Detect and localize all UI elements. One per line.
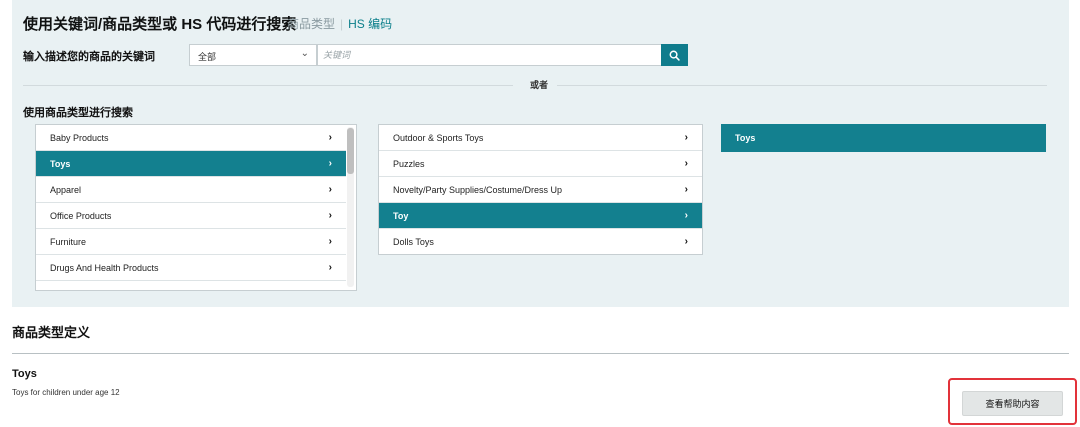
category-item[interactable]: Apparel › [36,177,346,203]
category-list-level-1: Baby Products › Toys › Apparel › Office Produc… [35,124,357,291]
keyword-input[interactable] [317,44,662,66]
category-item-label: Dolls Toys [393,236,434,247]
view-help-button[interactable]: 查看帮助内容 [962,391,1063,416]
category-item-label: Puzzles [393,158,425,169]
category-item-label: Furniture [50,236,87,247]
definition-name: Toys [12,368,37,380]
definition-divider [12,353,1069,354]
category-item[interactable]: Novelty/Party Supplies/Costume/Dress Up › [379,177,702,203]
category-item-label: Baby Products [50,132,109,143]
category-item-label: Apparel [50,184,82,195]
category-item[interactable]: Baby Products › [36,125,346,151]
title-links: 商品类型 | HS 编码 [287,15,392,32]
keyword-label: 输入描述您的商品的关键词 [23,51,155,63]
chevron-right-icon: › [328,236,332,247]
divider-line-right [557,85,1047,86]
chevron-right-icon: › [328,158,332,169]
chevron-right-icon: › [329,288,332,290]
divider-line-left [23,85,513,86]
chevron-right-icon: › [328,262,332,273]
category-item-label: Outdoor & Sports Toys [393,132,484,143]
or-divider: 或者 [23,78,1047,92]
category-item[interactable]: Dolls Toys › [379,229,702,254]
category-select[interactable]: 全部 ⌄ [189,44,317,66]
page-title: 使用关键词/商品类型或 HS 代码进行搜索 [23,16,297,33]
category-item[interactable]: › [36,281,346,290]
tab-product-type[interactable]: 商品类型 [287,17,335,31]
category-search-label: 使用商品类型进行搜索 [23,107,133,119]
tab-separator: | [340,17,344,31]
chevron-right-icon: › [328,184,332,195]
chevron-right-icon: › [684,210,688,221]
definition-description: Toys for children under age 12 [12,388,120,397]
category-item[interactable]: Office Products › [36,203,346,229]
category-select-value: 全部 [198,52,217,62]
category-list-level-3: Toys [721,124,1046,152]
category-item-label: Toys [735,133,756,143]
chevron-right-icon: › [684,132,688,143]
category-list-level-2: Outdoor & Sports Toys › Puzzles › Novelty/Pa… [378,124,703,255]
chevron-right-icon: › [684,236,688,247]
scrollbar-thumb[interactable] [347,128,354,174]
category-item[interactable]: Puzzles › [379,151,702,177]
definition-title: 商品类型定义 [12,325,91,340]
search-icon [669,50,680,61]
search-button[interactable] [661,44,688,66]
category-item-label: Novelty/Party Supplies/Costume/Dress Up [393,184,563,195]
chevron-right-icon: › [684,184,688,195]
category-item-label: Drugs And Health Products [50,262,159,273]
or-text: 或者 [530,80,549,90]
category-item[interactable]: Furniture › [36,229,346,255]
category-item[interactable]: Outdoor & Sports Toys › [379,125,702,151]
chevron-right-icon: › [684,158,688,169]
chevron-right-icon: › [328,132,332,143]
category-item-label: Toy [393,210,409,221]
category-item[interactable]: Drugs And Health Products › [36,255,346,281]
chevron-right-icon: › [328,210,332,221]
category-item-label: Toys [50,158,71,169]
category-item[interactable]: Toys [721,124,1046,152]
category-item[interactable]: Toy › [379,203,702,229]
chevron-down-icon: ⌄ [300,48,309,59]
category-item-label: Office Products [50,210,112,221]
tab-hs-code[interactable]: HS 编码 [348,17,392,31]
category-item[interactable]: Toys › [36,151,346,177]
